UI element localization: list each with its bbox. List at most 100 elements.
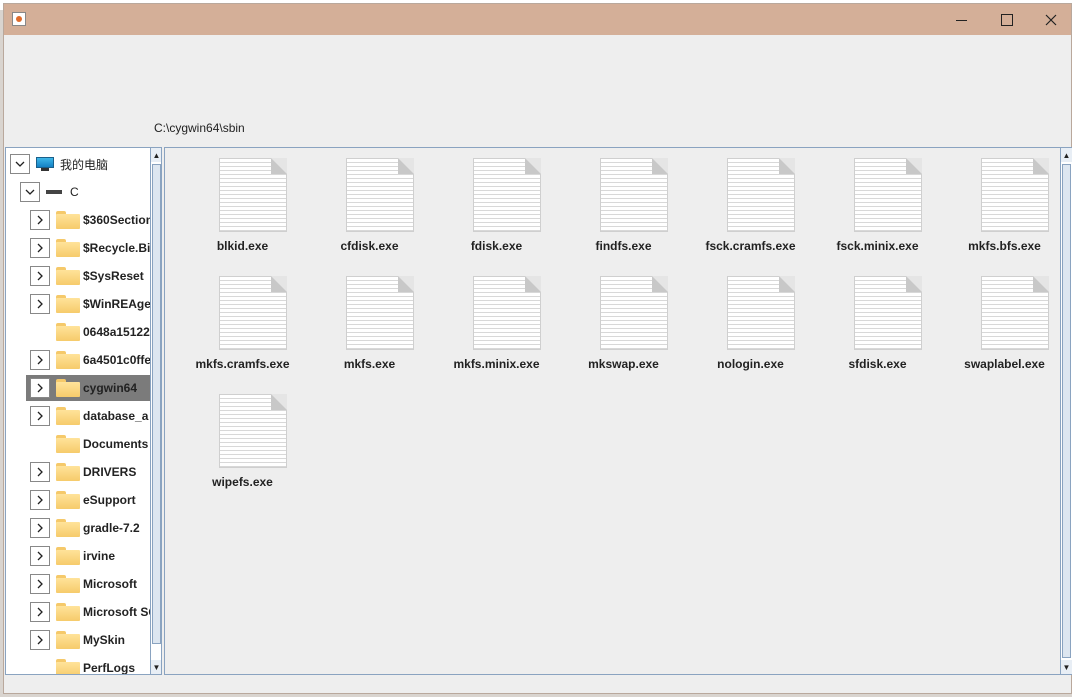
tree-item[interactable]: irvine <box>30 543 115 569</box>
file-item[interactable]: nologin.exe <box>687 266 814 376</box>
no-toggle <box>30 322 50 342</box>
chevron-right-icon[interactable] <box>30 378 50 398</box>
chevron-right-icon[interactable] <box>30 266 50 286</box>
chevron-down-icon[interactable] <box>10 154 30 174</box>
chevron-right-icon[interactable] <box>30 630 50 650</box>
no-toggle <box>30 658 50 674</box>
document-file-icon <box>473 276 541 350</box>
tree-item[interactable]: $Recycle.Bin <box>30 235 158 261</box>
folder-icon <box>56 463 80 481</box>
tree-item[interactable]: $WinREAgent <box>30 291 161 317</box>
file-item[interactable]: mkfs.minix.exe <box>433 266 560 376</box>
folder-icon <box>56 575 80 593</box>
folder-icon <box>56 239 80 257</box>
tree-item-label: 0648a15122 <box>83 325 150 339</box>
file-name-label: wipefs.exe <box>212 475 273 489</box>
folder-icon <box>56 351 80 369</box>
scroll-down-arrow-icon[interactable]: ▼ <box>151 660 161 674</box>
file-item[interactable]: blkid.exe <box>179 148 306 258</box>
tree-item[interactable]: $360Section <box>30 207 153 233</box>
chevron-right-icon[interactable] <box>30 602 50 622</box>
tree-item[interactable]: DRIVERS <box>30 459 136 485</box>
chevron-right-icon[interactable] <box>30 546 50 566</box>
file-item[interactable]: mkfs.cramfs.exe <box>179 266 306 376</box>
tree-item-label: $Recycle.Bin <box>83 241 158 255</box>
tree-item-label: DRIVERS <box>83 465 137 479</box>
scroll-up-arrow-icon[interactable]: ▲ <box>151 148 161 162</box>
tree-item-label: $360Section <box>83 213 154 227</box>
scroll-down-arrow-icon[interactable]: ▼ <box>1061 660 1072 674</box>
tree-item[interactable]: gradle-7.2 <box>30 515 140 541</box>
tree-item[interactable]: PerfLogs <box>30 655 136 675</box>
tree-item[interactable]: 0648a15122 <box>30 319 150 345</box>
folder-icon <box>56 659 80 674</box>
file-name-label: nologin.exe <box>717 357 784 371</box>
folder-icon <box>56 491 80 509</box>
file-item[interactable]: swaplabel.exe <box>941 266 1068 376</box>
document-file-icon <box>981 276 1049 350</box>
tree-item[interactable]: $SysReset <box>30 263 144 289</box>
file-item[interactable]: fsck.cramfs.exe <box>687 148 814 258</box>
tree-item[interactable]: 6a4501c0ffe <box>30 347 151 373</box>
files-scrollbar[interactable]: ▲ ▼ <box>1060 148 1072 674</box>
chevron-right-icon[interactable] <box>30 574 50 594</box>
folder-tree: 我的电脑 C $360Section $Recycle.Bin $SysReset $Wi… <box>5 147 162 675</box>
tree-scrollbar[interactable]: ▲ ▼ <box>150 148 161 674</box>
title-bar[interactable] <box>4 4 1071 35</box>
chevron-right-icon[interactable] <box>30 350 50 370</box>
tree-item[interactable]: database_a <box>30 403 148 429</box>
file-item[interactable]: fsck.minix.exe <box>814 148 941 258</box>
file-item[interactable]: wipefs.exe <box>179 384 306 494</box>
document-file-icon <box>854 158 922 232</box>
minimize-button[interactable] <box>938 4 984 35</box>
tree-item[interactable]: Microsoft SQL <box>30 599 161 625</box>
chevron-right-icon[interactable] <box>30 294 50 314</box>
tree-item[interactable]: MySkin <box>30 627 125 653</box>
scroll-up-arrow-icon[interactable]: ▲ <box>1061 148 1072 162</box>
tree-item-label: gradle-7.2 <box>83 521 140 535</box>
file-name-label: mkswap.exe <box>588 357 659 371</box>
file-item[interactable]: mkfs.bfs.exe <box>941 148 1068 258</box>
tree-item-label: C <box>70 185 79 199</box>
chevron-right-icon[interactable] <box>30 490 50 510</box>
chevron-right-icon[interactable] <box>30 406 50 426</box>
tree-item[interactable]: Documents <box>30 431 148 457</box>
folder-icon <box>56 435 80 453</box>
maximize-icon <box>1001 13 1013 26</box>
file-item[interactable]: sfdisk.exe <box>814 266 941 376</box>
folder-icon <box>56 267 80 285</box>
file-name-label: swaplabel.exe <box>964 357 1045 371</box>
tree-item-label: MySkin <box>83 633 126 647</box>
file-item[interactable]: fdisk.exe <box>433 148 560 258</box>
tree-item[interactable]: 我的电脑 <box>10 151 108 177</box>
chevron-right-icon[interactable] <box>30 462 50 482</box>
tree-item-label: cygwin64 <box>83 381 138 395</box>
maximize-button[interactable] <box>984 4 1030 35</box>
file-grid: blkid.exe cfdisk.exe fdisk.exe findfs.exe fs… <box>164 147 1072 675</box>
document-file-icon <box>854 276 922 350</box>
file-item[interactable]: cfdisk.exe <box>306 148 433 258</box>
tree-item-label: Documents <box>83 437 149 451</box>
file-item[interactable]: findfs.exe <box>560 148 687 258</box>
tree-scroll-thumb[interactable] <box>152 164 161 644</box>
chevron-right-icon[interactable] <box>30 518 50 538</box>
close-button[interactable] <box>1028 4 1072 35</box>
chevron-down-icon[interactable] <box>20 182 40 202</box>
tree-item[interactable]: eSupport <box>30 487 136 513</box>
chevron-right-icon[interactable] <box>30 238 50 258</box>
drive-icon <box>46 187 64 197</box>
file-name-label: fsck.cramfs.exe <box>705 239 796 253</box>
chevron-right-icon[interactable] <box>30 210 50 230</box>
document-file-icon <box>219 394 287 468</box>
files-scroll-thumb[interactable] <box>1062 164 1071 658</box>
file-item[interactable]: mkswap.exe <box>560 266 687 376</box>
file-item[interactable]: mkfs.exe <box>306 266 433 376</box>
tree-item-label: PerfLogs <box>83 661 136 675</box>
file-name-label: sfdisk.exe <box>848 357 907 371</box>
tree-item[interactable]: Microsoft <box>30 571 137 597</box>
document-file-icon <box>600 158 668 232</box>
folder-icon <box>56 379 80 397</box>
tree-item[interactable]: cygwin64 <box>26 375 154 401</box>
tree-item[interactable]: C <box>20 179 79 205</box>
document-file-icon <box>727 158 795 232</box>
